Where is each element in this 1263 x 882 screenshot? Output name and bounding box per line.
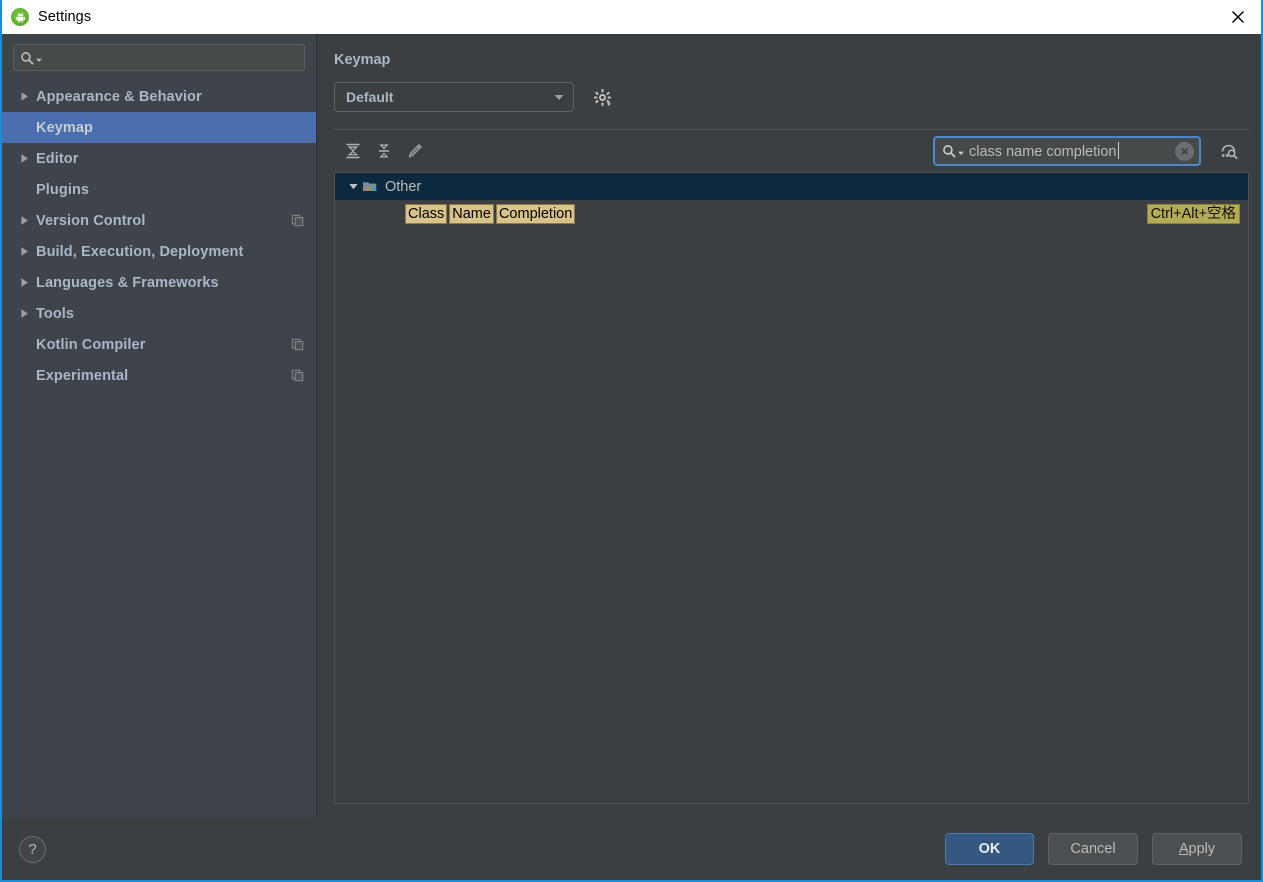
button-mnemonic: A: [1178, 841, 1189, 857]
find-action-value: class name completion: [965, 142, 1175, 160]
find-action-input[interactable]: class name completion: [933, 136, 1201, 166]
sidebar-search-field[interactable]: [43, 49, 298, 66]
folder-actions-icon: [362, 179, 378, 194]
sidebar-item-label: Keymap: [36, 119, 94, 136]
help-button[interactable]: ?: [19, 835, 46, 863]
apply-button[interactable]: Apply: [1152, 833, 1242, 865]
sidebar-item-label: Version Control: [36, 212, 146, 229]
keymap-scheme-row: Default: [334, 82, 1249, 112]
chevron-right-icon[interactable]: [19, 153, 36, 164]
dialog-body: Appearance & Behavior Keymap Editor Plugins…: [2, 34, 1261, 818]
chevron-right-icon[interactable]: [19, 91, 36, 102]
search-dropdown-icon[interactable]: [942, 144, 965, 158]
collapse-all-icon[interactable]: [370, 137, 398, 165]
chevron-right-icon[interactable]: [19, 246, 36, 257]
pencil-icon[interactable]: [401, 137, 429, 165]
keymap-scheme-select[interactable]: Default: [334, 82, 574, 112]
page-title: Keymap: [334, 52, 391, 68]
sidebar-item-label: Tools: [36, 305, 75, 322]
footer-buttons: OK Cancel Apply: [931, 833, 1242, 865]
tree-group-label: Other: [385, 178, 422, 195]
sidebar-item-label: Experimental: [36, 367, 129, 384]
chevron-down-icon[interactable]: [344, 181, 362, 192]
keymap-scheme-value: Default: [346, 89, 394, 105]
sidebar-list: Appearance & Behavior Keymap Editor Plugins…: [2, 81, 316, 391]
action-shortcut: Ctrl+Alt+空格: [1146, 203, 1240, 224]
sidebar-item-label: Languages & Frameworks: [36, 274, 219, 291]
search-match-highlight: Class: [405, 203, 448, 224]
sidebar-item-kotlin-compiler[interactable]: Kotlin Compiler: [2, 329, 316, 360]
sidebar-item-build-execution-deployment[interactable]: Build, Execution, Deployment: [2, 236, 316, 267]
keymap-panel: Keymap Default class name completion Oth…: [317, 34, 1261, 818]
button-label: Cancel: [1070, 841, 1116, 857]
ok-button[interactable]: OK: [945, 833, 1034, 865]
expand-all-icon[interactable]: [339, 137, 367, 165]
dialog-footer: ? OK Cancel Apply: [2, 818, 1261, 880]
sidebar-item-experimental[interactable]: Experimental: [2, 360, 316, 391]
close-icon[interactable]: [1215, 0, 1261, 34]
tree-group-row[interactable]: Other: [335, 173, 1248, 200]
clear-circle-icon[interactable]: [1175, 141, 1194, 161]
window-title: Settings: [38, 9, 92, 25]
sidebar-item-label: Build, Execution, Deployment: [36, 243, 244, 260]
gear-icon[interactable]: [591, 86, 614, 109]
sidebar-item-label: Editor: [36, 150, 79, 167]
chevron-right-icon[interactable]: [19, 277, 36, 288]
button-label: pply: [1188, 841, 1216, 857]
sidebar-item-label: Plugins: [36, 181, 90, 198]
copy-settings-icon[interactable]: [291, 214, 304, 227]
sidebar-item-editor[interactable]: Editor: [2, 143, 316, 174]
find-by-shortcut-icon[interactable]: [1214, 136, 1244, 166]
sidebar-item-plugins[interactable]: Plugins: [2, 174, 316, 205]
sidebar-search-wrap: [2, 44, 316, 81]
title-bar: Settings: [2, 0, 1261, 34]
search-input[interactable]: [13, 44, 305, 71]
sidebar-item-keymap[interactable]: Keymap: [2, 112, 316, 143]
copy-settings-icon[interactable]: [291, 369, 304, 382]
tree-action-row[interactable]: Class Name Completion Ctrl+Alt+空格: [335, 200, 1248, 227]
sidebar-item-label: Kotlin Compiler: [36, 336, 146, 353]
sidebar-item-label: Appearance & Behavior: [36, 88, 202, 105]
cancel-button[interactable]: Cancel: [1048, 833, 1138, 865]
search-match-highlight: Completion: [495, 203, 576, 224]
sidebar-item-appearance-behavior[interactable]: Appearance & Behavior: [2, 81, 316, 112]
button-label: OK: [978, 841, 1001, 857]
chevron-right-icon[interactable]: [19, 215, 36, 226]
settings-dialog: Settings Appearance & Behavior Keymap Ed…: [0, 0, 1263, 882]
text-caret: [1117, 142, 1119, 159]
sidebar-item-version-control[interactable]: Version Control: [2, 205, 316, 236]
find-action-text: class name completion: [969, 144, 1117, 160]
action-name: Class Name Completion: [405, 203, 577, 224]
settings-sidebar: Appearance & Behavior Keymap Editor Plugins…: [2, 34, 317, 818]
keymap-toolbar: class name completion: [334, 130, 1249, 172]
search-match-highlight: Name: [449, 203, 494, 224]
keymap-tree[interactable]: Other Class Name Completion Ctrl+Alt+空格: [334, 172, 1249, 804]
sidebar-item-tools[interactable]: Tools: [2, 298, 316, 329]
copy-settings-icon[interactable]: [291, 338, 304, 351]
chevron-down-icon: [553, 91, 565, 103]
sidebar-item-languages-frameworks[interactable]: Languages & Frameworks: [2, 267, 316, 298]
search-dropdown-icon[interactable]: [20, 51, 43, 65]
android-studio-icon: [11, 8, 29, 26]
chevron-right-icon[interactable]: [19, 308, 36, 319]
